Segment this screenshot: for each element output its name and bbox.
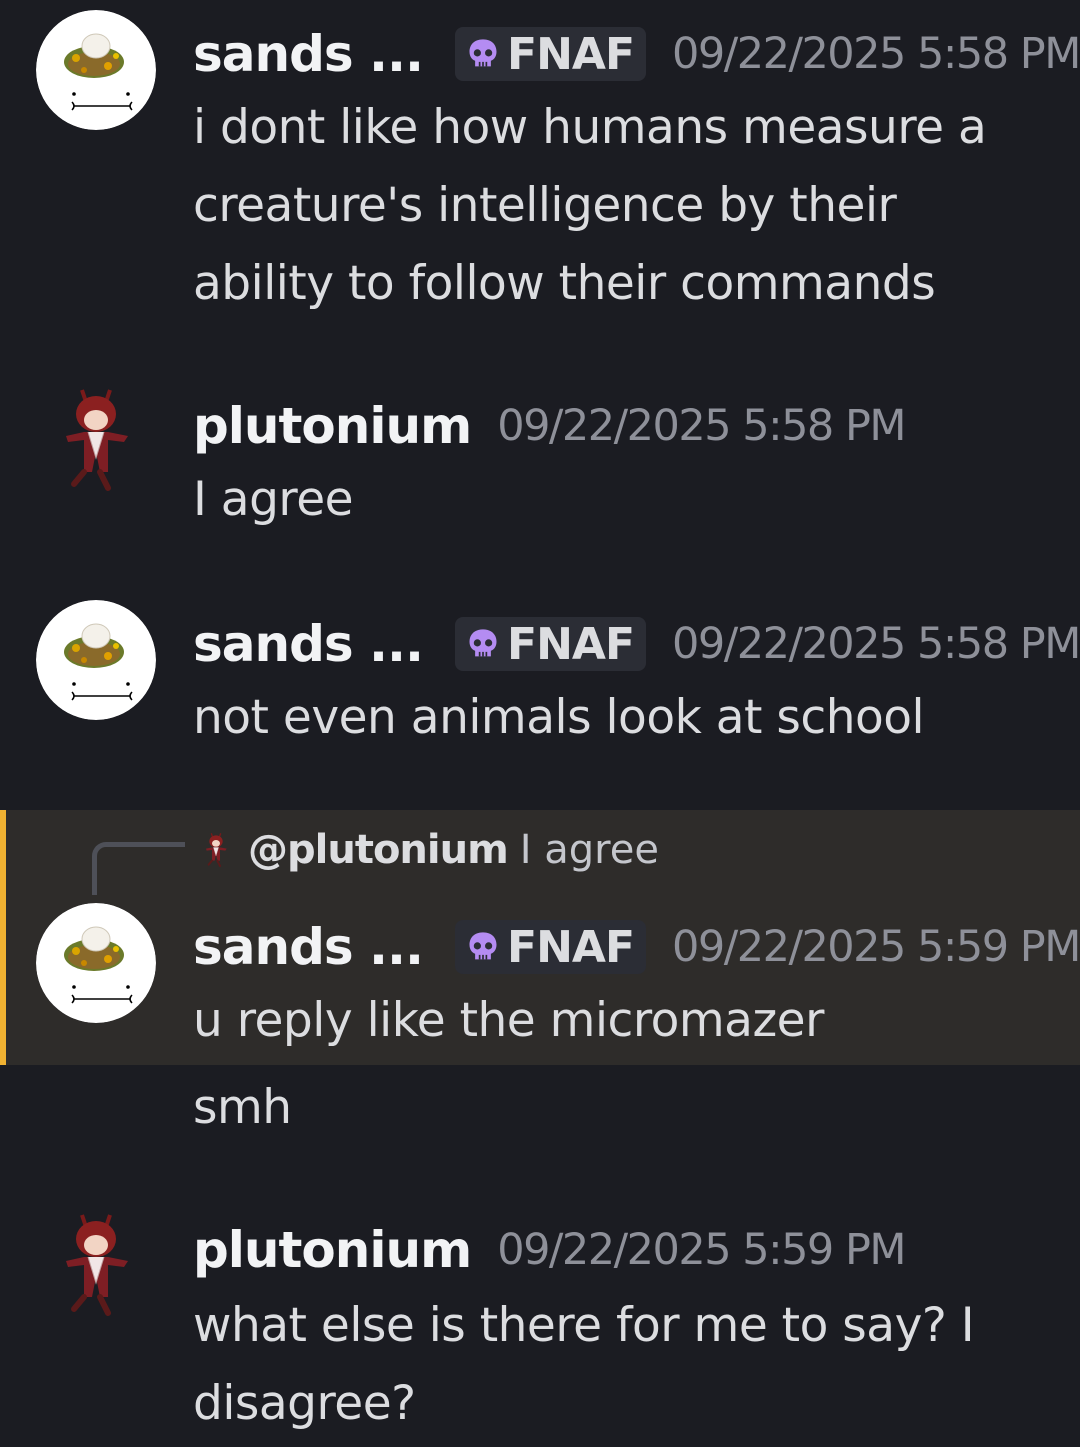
skull-icon <box>465 36 501 72</box>
avatar[interactable] <box>36 380 156 500</box>
timestamp: 09/22/2025 5:58 PM <box>672 29 1080 79</box>
devil-avatar-icon <box>36 1205 156 1325</box>
avatar[interactable] <box>36 903 156 1023</box>
avatar[interactable] <box>36 600 156 720</box>
server-tag[interactable]: FNAF <box>455 27 647 81</box>
timestamp: 09/22/2025 5:59 PM <box>497 1225 906 1275</box>
nest-avatar-icon <box>36 10 156 130</box>
message-text-line: not even animals look at school <box>193 690 925 745</box>
nest-avatar-icon <box>36 600 156 720</box>
avatar[interactable] <box>36 10 156 130</box>
avatar[interactable] <box>36 1205 156 1325</box>
reply-connector <box>92 842 185 895</box>
server-tag[interactable]: FNAF <box>455 920 647 974</box>
message-header: plutonium 09/22/2025 5:58 PM <box>193 396 906 456</box>
chat-log: sands ... FNAF 09/22/2025 5:58 PM i dont… <box>0 0 1080 1447</box>
username[interactable]: sands ... <box>193 918 424 976</box>
reply-reference[interactable]: @plutonium I agree <box>196 822 659 878</box>
timestamp: 09/22/2025 5:59 PM <box>672 922 1080 972</box>
message-text-line: I agree <box>193 472 354 527</box>
devil-avatar-icon <box>36 380 156 500</box>
message-text-line: disagree? <box>193 1376 416 1431</box>
message-text-line: creature's intelligence by their <box>193 178 897 233</box>
server-tag-label: FNAF <box>507 921 635 973</box>
message-header: sands ... FNAF 09/22/2025 5:59 PM <box>193 917 1080 977</box>
message-text-line: ability to follow their commands <box>193 256 936 311</box>
server-tag-label: FNAF <box>507 618 635 670</box>
skull-icon <box>465 929 501 965</box>
server-tag[interactable]: FNAF <box>455 617 647 671</box>
mention-highlight-bar <box>0 810 6 1065</box>
timestamp: 09/22/2025 5:58 PM <box>497 401 906 451</box>
message-header: plutonium 09/22/2025 5:59 PM <box>193 1220 906 1280</box>
message-text-line: what else is there for me to say? I <box>193 1298 975 1353</box>
message-header: sands ... FNAF 09/22/2025 5:58 PM <box>193 24 1080 84</box>
username[interactable]: sands ... <box>193 25 424 83</box>
skull-icon <box>465 626 501 662</box>
username[interactable]: plutonium <box>193 397 472 455</box>
server-tag-label: FNAF <box>507 28 635 80</box>
message-header: sands ... FNAF 09/22/2025 5:58 PM <box>193 614 1080 674</box>
reply-mention[interactable]: @plutonium <box>248 827 509 873</box>
reply-preview-text: I agree <box>519 827 659 873</box>
timestamp: 09/22/2025 5:58 PM <box>672 619 1080 669</box>
username[interactable]: plutonium <box>193 1221 472 1279</box>
message-text-line: i dont like how humans measure a <box>193 100 987 155</box>
message-text-line: smh <box>193 1080 292 1135</box>
devil-avatar-icon <box>196 826 236 874</box>
nest-avatar-icon <box>36 903 156 1023</box>
username[interactable]: sands ... <box>193 615 424 673</box>
message-text-line: u reply like the micromazer <box>193 993 824 1048</box>
